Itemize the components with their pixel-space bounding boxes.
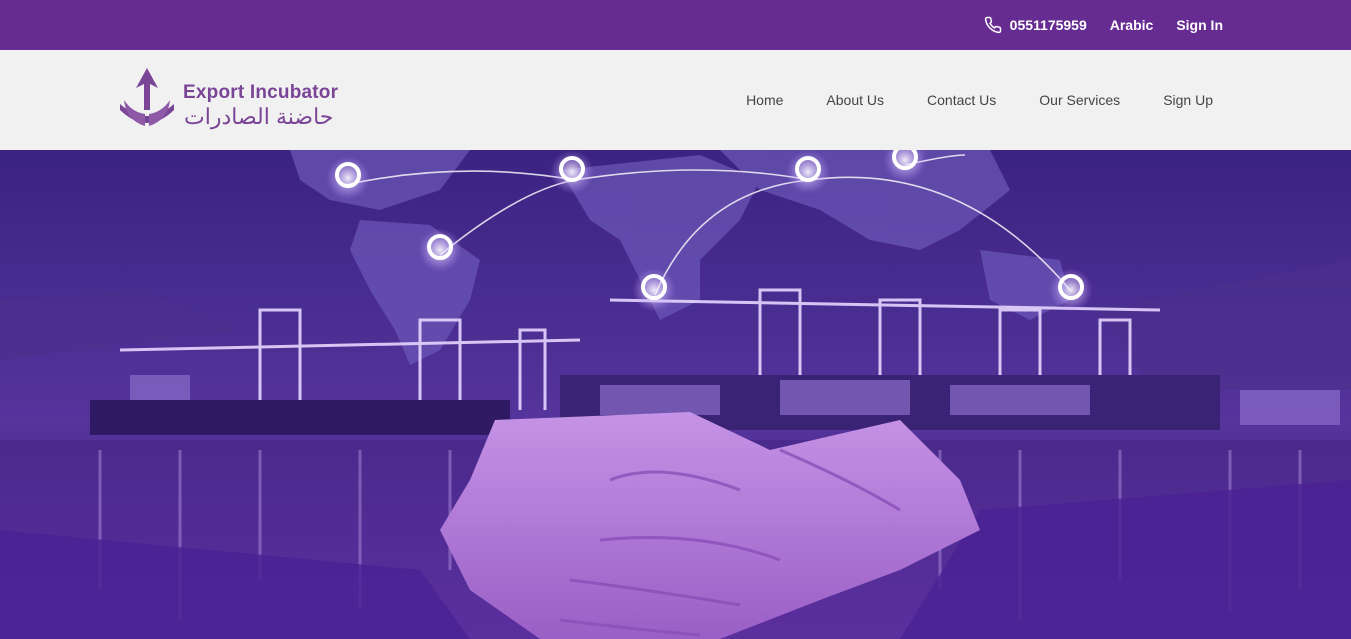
hero-illustration bbox=[0, 150, 1351, 639]
top-bar: 0551175959 Arabic Sign In bbox=[0, 0, 1351, 50]
nav-our-services[interactable]: Our Services bbox=[1039, 92, 1120, 108]
phone-number[interactable]: 0551175959 bbox=[1010, 17, 1087, 33]
hero-banner bbox=[0, 150, 1351, 639]
nav-contact-us[interactable]: Contact Us bbox=[927, 92, 996, 108]
language-link[interactable]: Arabic bbox=[1110, 17, 1154, 33]
brand-name-en: Export Incubator bbox=[183, 82, 339, 103]
nav-home[interactable]: Home bbox=[746, 92, 783, 108]
signin-link[interactable]: Sign In bbox=[1176, 17, 1223, 33]
phone-contact[interactable]: 0551175959 bbox=[984, 16, 1087, 34]
main-navbar: Export Incubator حاضنة الصادرات Home Abo… bbox=[0, 50, 1351, 150]
brand-logo[interactable]: Export Incubator حاضنة الصادرات bbox=[118, 66, 358, 136]
phone-icon bbox=[984, 16, 1002, 34]
nav-about-us[interactable]: About Us bbox=[826, 92, 884, 108]
nav-sign-up[interactable]: Sign Up bbox=[1163, 92, 1213, 108]
brand-name-ar: حاضنة الصادرات bbox=[184, 104, 334, 129]
primary-nav: Home About Us Contact Us Our Services Si… bbox=[746, 50, 1213, 150]
top-bar-links: 0551175959 Arabic Sign In bbox=[984, 0, 1223, 50]
